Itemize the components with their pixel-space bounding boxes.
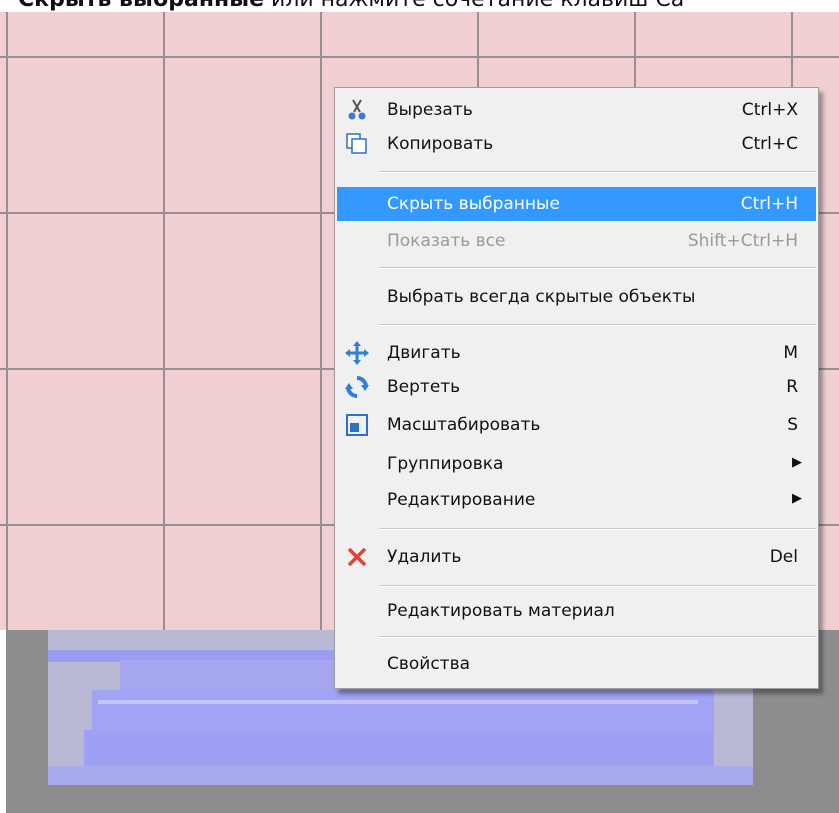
- menu-item-label: Двигать: [387, 343, 461, 363]
- menu-item-label: Редактирование: [387, 490, 536, 510]
- menu-separator: [379, 324, 816, 326]
- rotate-icon: [345, 375, 369, 399]
- menu-item-select-hidden[interactable]: Выбрать всегда скрытые объекты: [337, 280, 816, 314]
- menu-separator: [379, 528, 816, 530]
- menu-item-shortcut: S: [787, 415, 798, 435]
- menu-item-label: Свойства: [387, 654, 471, 674]
- scale-icon: [345, 413, 369, 437]
- delete-x-icon: [345, 545, 369, 569]
- submenu-arrow-icon: ▶: [792, 491, 802, 506]
- menu-separator: [379, 171, 816, 173]
- menu-item-hide-selected[interactable]: Скрыть выбранные Ctrl+H: [337, 187, 816, 221]
- menu-item-label: Копировать: [387, 134, 494, 154]
- object-part: [120, 660, 335, 690]
- page-caption: Скрыть выбранные или нажмите сочетание к…: [18, 0, 684, 12]
- menu-item-label: Вертеть: [387, 377, 461, 397]
- menu-item-shortcut: Ctrl+X: [741, 100, 798, 120]
- menu-item-shortcut: Del: [769, 547, 798, 567]
- menu-item-cut[interactable]: Вырезать Ctrl+X: [337, 93, 816, 127]
- menu-item-move[interactable]: Двигать M: [337, 336, 816, 370]
- menu-separator: [379, 636, 816, 638]
- caption-bold: Скрыть выбранные: [18, 0, 264, 12]
- menu-item-shortcut: Ctrl+H: [740, 194, 798, 214]
- menu-item-label: Вырезать: [387, 100, 473, 120]
- menu-separator: [379, 585, 816, 587]
- menu-item-properties[interactable]: Свойства: [337, 647, 816, 681]
- menu-item-label: Показать все: [387, 231, 506, 251]
- menu-item-rotate[interactable]: Вертеть R: [337, 370, 816, 404]
- menu-item-edit-material[interactable]: Редактировать материал: [337, 594, 816, 628]
- object-part: [48, 766, 753, 785]
- object-part: [92, 690, 714, 730]
- move-arrows-icon: [345, 341, 369, 365]
- scissors-icon: [345, 98, 369, 122]
- menu-item-label: Редактировать материал: [387, 601, 615, 621]
- menu-item-label: Масштабировать: [387, 415, 541, 435]
- menu-item-shortcut: M: [783, 343, 798, 363]
- menu-item-label: Группировка: [387, 454, 504, 474]
- menu-item-delete[interactable]: Удалить Del: [337, 540, 816, 574]
- caption-rest: или нажмите сочетание клавиш Ca: [264, 0, 684, 12]
- menu-item-label: Скрыть выбранные: [387, 194, 560, 214]
- menu-item-shortcut: Ctrl+C: [741, 134, 798, 154]
- menu-separator: [379, 267, 816, 269]
- menu-item-shortcut: Shift+Ctrl+H: [687, 231, 798, 251]
- menu-item-editing[interactable]: Редактирование ▶: [337, 483, 816, 517]
- menu-item-copy[interactable]: Копировать Ctrl+C: [337, 127, 816, 161]
- submenu-arrow-icon: ▶: [792, 455, 802, 470]
- object-part: [84, 730, 714, 768]
- menu-item-grouping[interactable]: Группировка ▶: [337, 447, 816, 481]
- menu-item-shortcut: R: [786, 377, 798, 397]
- menu-item-label: Удалить: [387, 547, 462, 567]
- menu-item-scale[interactable]: Масштабировать S: [337, 408, 816, 442]
- object-part: [98, 700, 698, 704]
- floor-edge: [0, 630, 6, 813]
- context-menu: Вырезать Ctrl+X Копировать Ctrl+C Скрыть…: [334, 87, 819, 689]
- menu-item-label: Выбрать всегда скрытые объекты: [387, 287, 696, 307]
- menu-item-show-all[interactable]: Показать все Shift+Ctrl+H: [337, 224, 816, 258]
- copy-icon: [345, 132, 369, 156]
